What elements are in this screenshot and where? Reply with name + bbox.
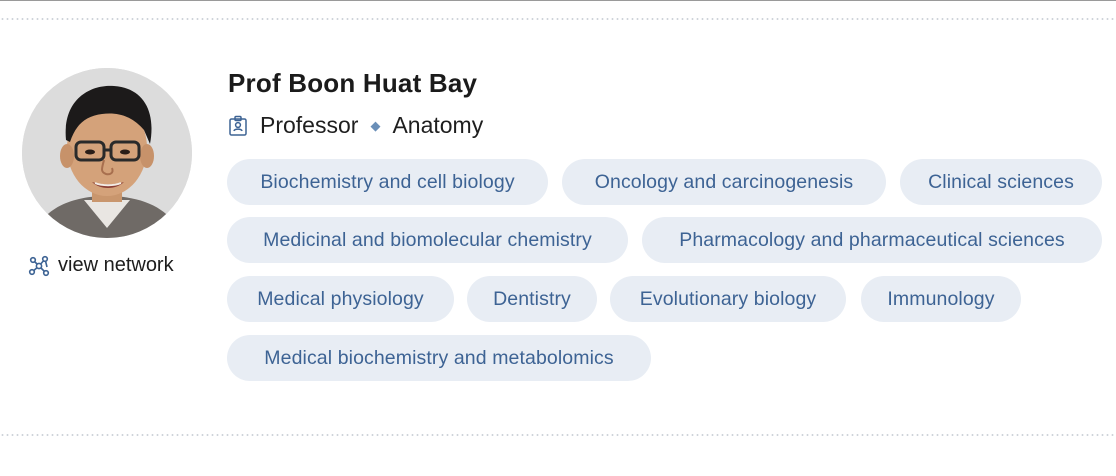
- id-badge-icon: [228, 115, 248, 137]
- research-area-chip[interactable]: Clinical sciences: [900, 159, 1102, 205]
- research-area-chip[interactable]: Pharmacology and pharmaceutical sciences: [642, 217, 1102, 263]
- research-area-chip[interactable]: Medical biochemistry and metabolomics: [227, 335, 651, 381]
- research-area-chip[interactable]: Oncology and carcinogenesis: [562, 159, 886, 205]
- profile-name: Prof Boon Huat Bay: [228, 68, 478, 98]
- bottom-dotted-divider: [0, 434, 1116, 436]
- avatar-portrait: [22, 68, 192, 238]
- top-dotted-divider: [0, 18, 1116, 20]
- separator-diamond: ◆: [370, 117, 381, 133]
- research-area-chip[interactable]: Medical physiology: [227, 276, 454, 322]
- research-area-chip[interactable]: Immunology: [861, 276, 1021, 322]
- profile-card: view network Prof Boon Huat Bay Professo…: [0, 0, 1116, 476]
- view-network-link[interactable]: view network: [28, 254, 174, 277]
- top-border: [0, 0, 1116, 1]
- role-line: Professor ◆ Anatomy: [228, 112, 483, 139]
- department-name: Anatomy: [392, 112, 484, 138]
- research-area-chip[interactable]: Evolutionary biology: [610, 276, 846, 322]
- profile-avatar[interactable]: [22, 68, 192, 238]
- research-area-chip[interactable]: Biochemistry and cell biology: [227, 159, 548, 205]
- position-title: Professor: [260, 112, 359, 138]
- research-area-chip[interactable]: Medicinal and biomolecular chemistry: [227, 217, 628, 263]
- network-icon: [28, 255, 50, 277]
- avatar-column: view network: [22, 68, 194, 276]
- research-area-chip[interactable]: Dentistry: [467, 276, 597, 322]
- view-network-label: view network: [58, 254, 174, 276]
